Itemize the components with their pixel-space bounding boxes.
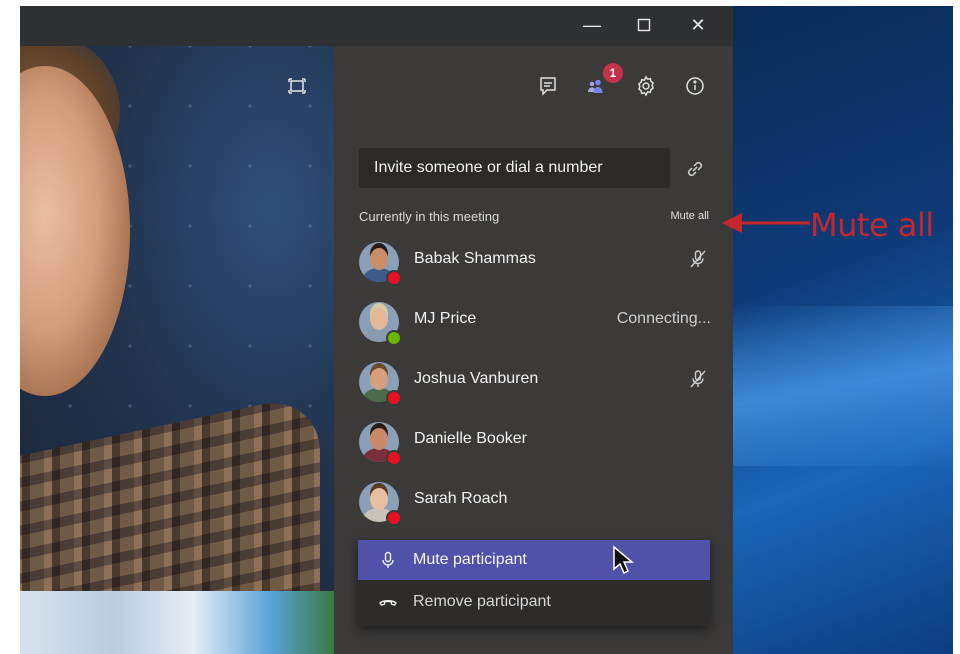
chat-icon[interactable] xyxy=(536,74,560,98)
participant-row[interactable]: Danielle Booker xyxy=(334,416,733,476)
participant-name: Joshua Vanburen xyxy=(414,370,539,387)
presence-status-icon xyxy=(386,390,402,406)
notification-badge: 1 xyxy=(603,63,623,83)
participant-name: Sarah Roach xyxy=(414,490,508,507)
hang-up-icon xyxy=(378,592,398,612)
title-bar: — ✕ xyxy=(20,6,733,46)
annotation-arrow-icon xyxy=(722,213,810,233)
mute-all-button[interactable]: Mute all xyxy=(670,210,709,222)
participant-name: Babak Shammas xyxy=(414,250,536,267)
section-title: Currently in this meeting xyxy=(359,209,500,224)
mute-participant-label: Mute participant xyxy=(413,551,527,568)
participant-context-menu: Mute participant Remove participant xyxy=(358,540,710,626)
minimize-button[interactable]: — xyxy=(581,14,603,36)
participant-row[interactable]: Joshua Vanburen xyxy=(334,356,733,416)
mouse-cursor-icon xyxy=(613,545,634,575)
remove-participant-label: Remove participant xyxy=(413,593,551,610)
presence-status-icon xyxy=(386,450,402,466)
presence-status-icon xyxy=(386,330,402,346)
presence-status-icon xyxy=(386,270,402,286)
close-button[interactable]: ✕ xyxy=(687,14,709,36)
meeting-window: — ✕ 1 Invite someone or dial a number Cu… xyxy=(20,6,953,654)
participant-name: MJ Price xyxy=(414,310,477,327)
microphone-off-icon[interactable] xyxy=(687,368,709,390)
microphone-icon xyxy=(378,550,398,570)
microphone-off-icon[interactable] xyxy=(687,248,709,270)
participant-row[interactable]: MJ Price Connecting... xyxy=(334,296,733,356)
desktop-background xyxy=(733,6,953,654)
gear-icon[interactable] xyxy=(634,74,658,98)
mute-participant-item[interactable]: Mute participant xyxy=(358,540,710,580)
link-icon[interactable] xyxy=(684,158,706,180)
participant-row[interactable]: Babak Shammas xyxy=(334,236,733,296)
participants-panel: 1 Invite someone or dial a number Curren… xyxy=(334,46,733,654)
connection-status: Connecting... xyxy=(616,310,711,327)
presence-status-icon xyxy=(386,510,402,526)
maximize-button[interactable] xyxy=(633,14,655,36)
invite-input[interactable]: Invite someone or dial a number xyxy=(359,148,670,188)
focus-icon[interactable] xyxy=(287,76,307,96)
remove-participant-item[interactable]: Remove participant xyxy=(358,582,710,622)
annotation-label: Mute all xyxy=(810,206,934,244)
video-feed xyxy=(20,46,334,591)
video-thumbnail-strip xyxy=(20,591,334,654)
info-icon[interactable] xyxy=(683,74,707,98)
participant-row[interactable]: Sarah Roach xyxy=(334,476,733,536)
participant-name: Danielle Booker xyxy=(414,430,527,447)
